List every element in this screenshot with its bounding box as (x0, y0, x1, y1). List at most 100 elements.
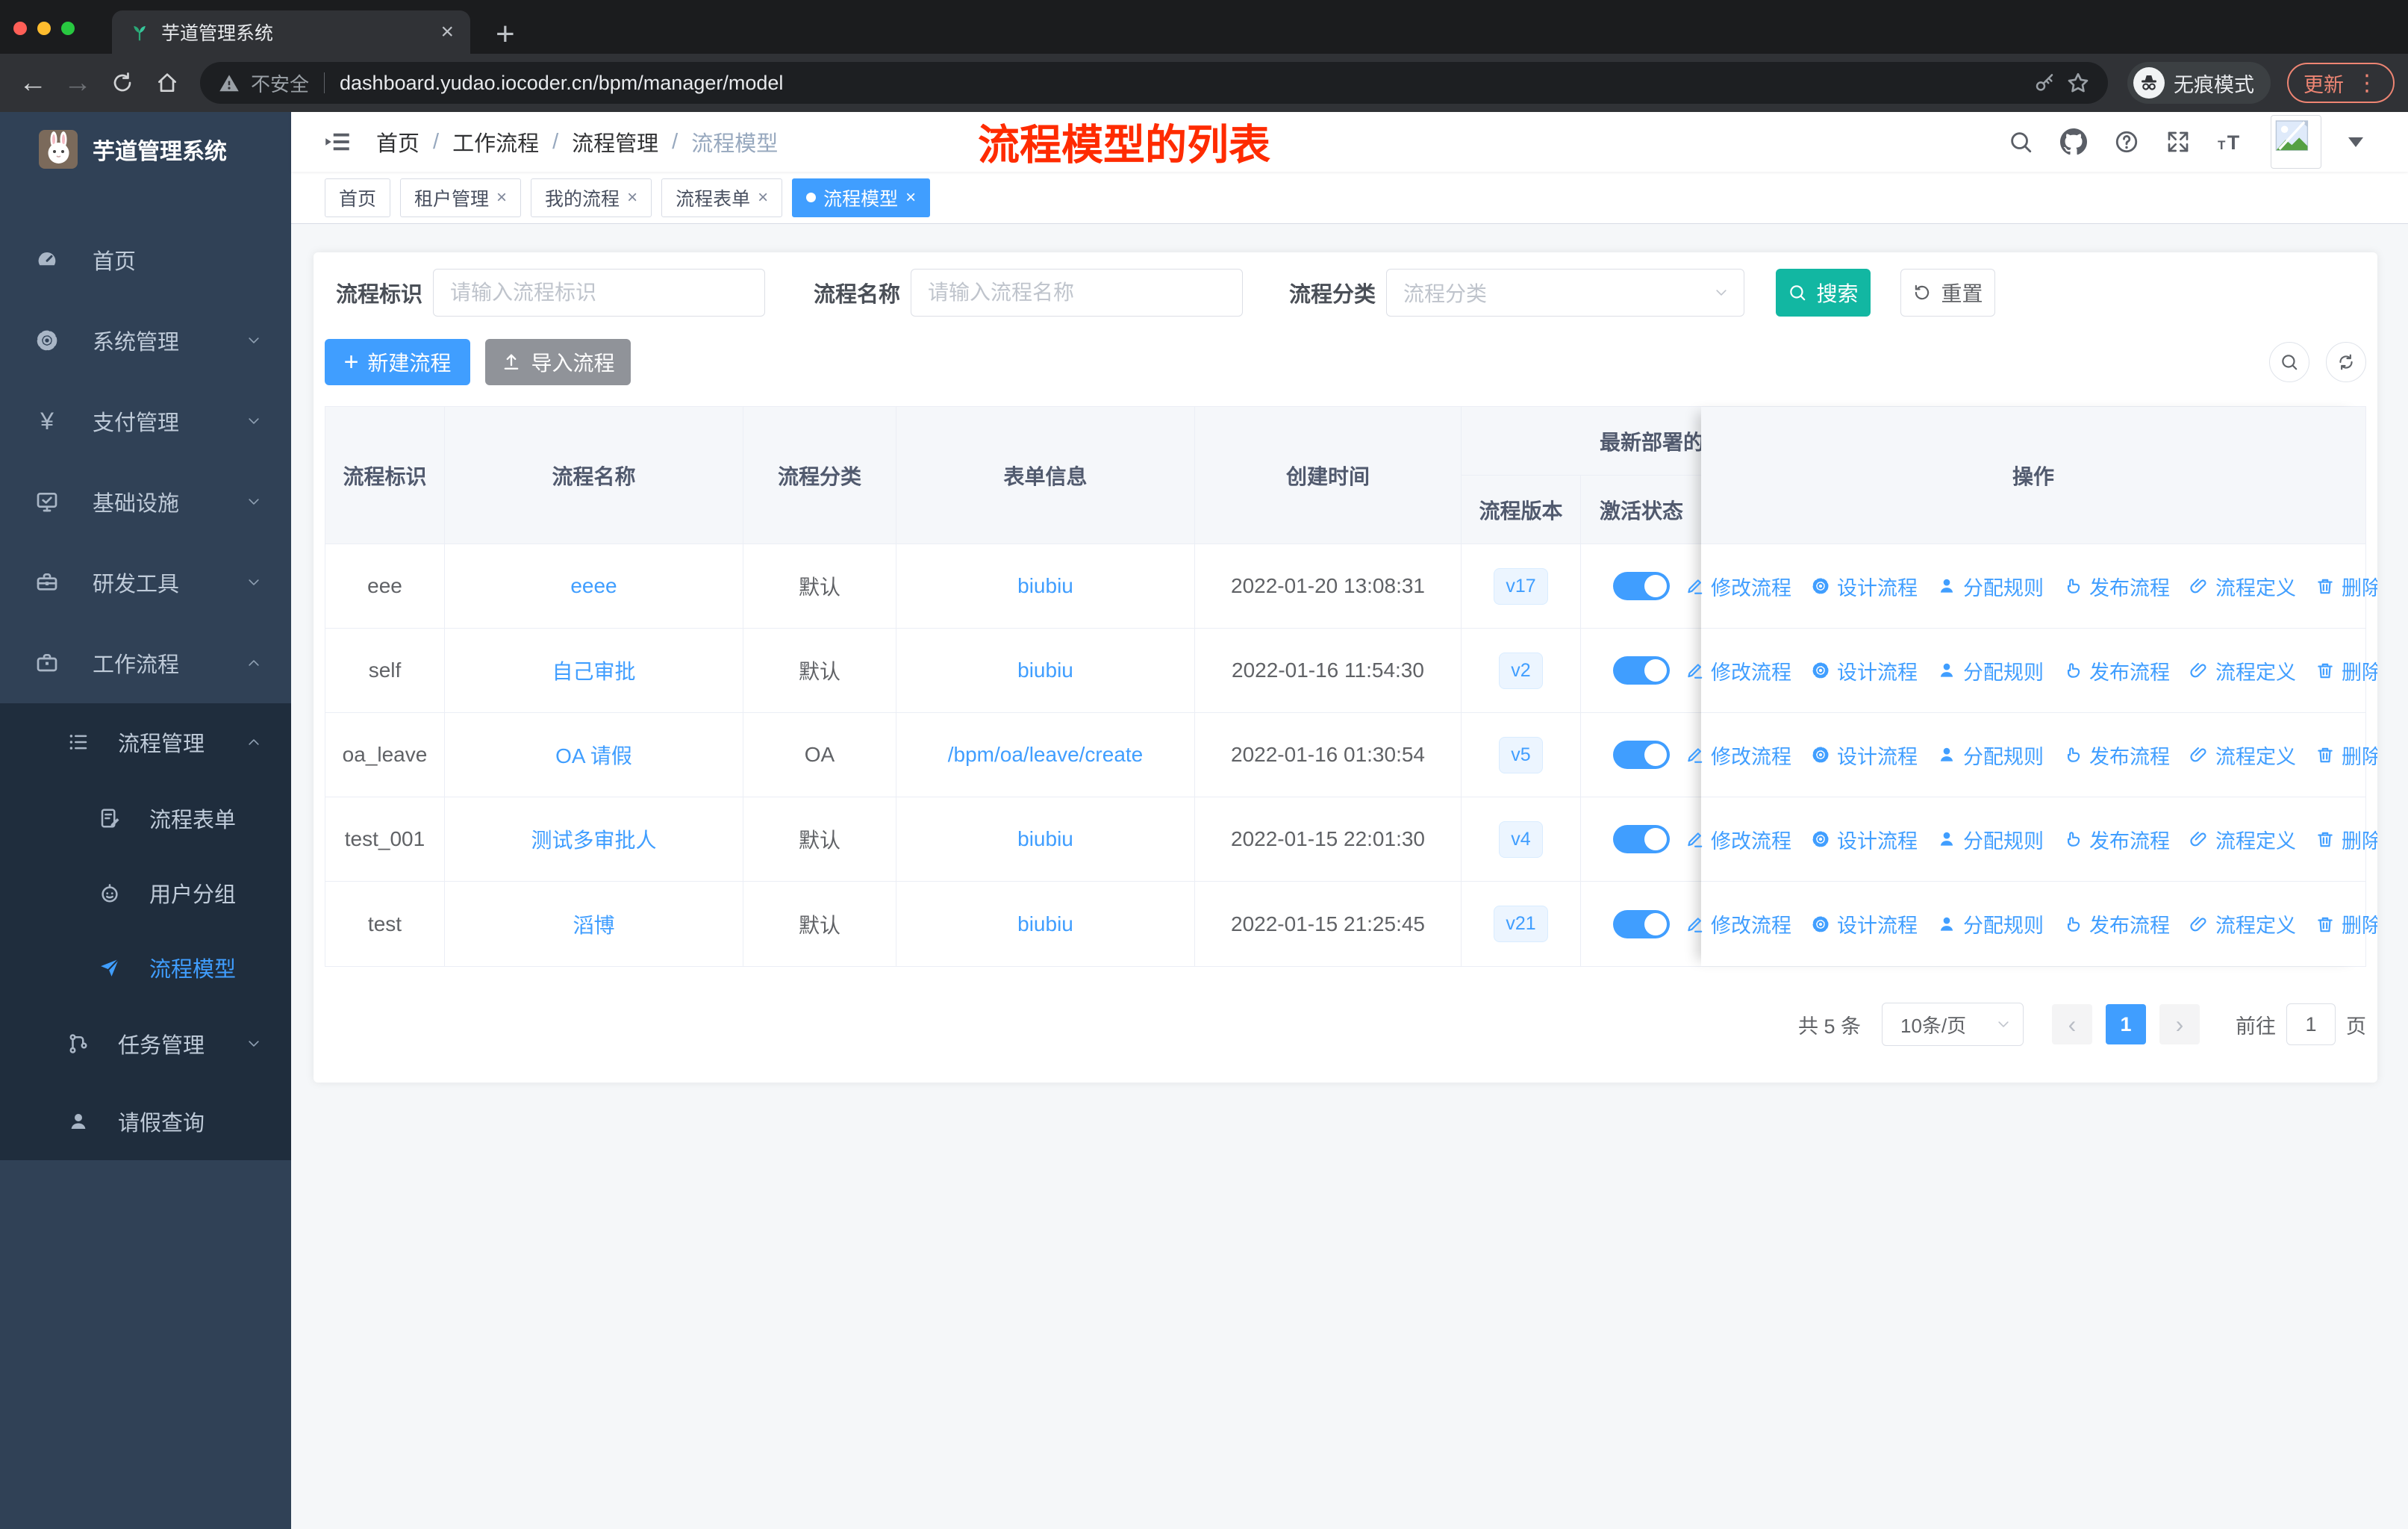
security-warning-icon[interactable] (218, 72, 240, 94)
tag-close-icon[interactable]: × (905, 187, 916, 208)
home-button[interactable] (148, 63, 187, 102)
active-toggle[interactable] (1613, 909, 1670, 938)
sidebar-item-首页[interactable]: 首页 (0, 219, 291, 300)
import-process-button[interactable]: 导入流程 (485, 339, 631, 385)
github-icon[interactable] (2060, 128, 2087, 155)
action-修改流程-link[interactable]: 修改流程 (1685, 825, 1791, 854)
tag-我的流程[interactable]: 我的流程 × (531, 178, 652, 217)
action-修改流程-link[interactable]: 修改流程 (1685, 741, 1791, 770)
page-size-select[interactable]: 10条/页 (1882, 1003, 2024, 1046)
breadcrumb-item[interactable]: 首页 (376, 126, 419, 158)
active-toggle[interactable] (1613, 825, 1670, 853)
tag-close-icon[interactable]: × (496, 187, 507, 208)
model-name-link[interactable]: 滔博 (573, 909, 614, 939)
next-page-button[interactable]: › (2159, 1004, 2200, 1044)
browser-tab[interactable]: 芋道管理系统 × (112, 10, 470, 54)
model-name-link[interactable]: 测试多审批人 (531, 824, 656, 854)
sidebar-item-研发工具[interactable]: 研发工具 (0, 542, 291, 623)
refresh-table-button[interactable] (2326, 342, 2366, 382)
action-分配规则-link[interactable]: 分配规则 (1937, 825, 2044, 854)
form-info-link[interactable]: biubiu (1017, 574, 1073, 598)
action-发布流程-link[interactable]: 发布流程 (2063, 741, 2170, 770)
model-name-link[interactable]: OA 请假 (555, 740, 632, 770)
sidebar-item-任务管理[interactable]: 任务管理 (0, 1005, 291, 1083)
active-toggle[interactable] (1613, 656, 1670, 685)
tag-close-icon[interactable]: × (627, 187, 637, 208)
zoom-window-button[interactable] (61, 22, 75, 35)
action-设计流程-link[interactable]: 设计流程 (1811, 825, 1918, 854)
password-key-icon[interactable] (2033, 72, 2056, 94)
prev-page-button[interactable]: ‹ (2052, 1004, 2092, 1044)
sidebar-item-流程表单[interactable]: 流程表单 (0, 781, 291, 856)
active-toggle[interactable] (1613, 572, 1670, 600)
action-发布流程-link[interactable]: 发布流程 (2063, 825, 2170, 854)
reset-button[interactable]: 重置 (1900, 269, 1995, 317)
model-name-link[interactable]: 自己审批 (552, 655, 635, 685)
create-process-button[interactable]: + 新建流程 (325, 339, 470, 385)
sidebar-item-流程管理[interactable]: 流程管理 (0, 703, 291, 781)
hamburger-icon[interactable] (324, 128, 351, 155)
action-分配规则-link[interactable]: 分配规则 (1937, 741, 2044, 770)
action-发布流程-link[interactable]: 发布流程 (2063, 656, 2170, 685)
help-icon[interactable] (2114, 129, 2139, 155)
category-select[interactable]: 流程分类 (1386, 269, 1744, 317)
new-tab-button[interactable]: + (496, 18, 515, 51)
search-icon[interactable] (2008, 129, 2033, 155)
sidebar-item-支付管理[interactable]: ¥ 支付管理 (0, 381, 291, 461)
action-设计流程-link[interactable]: 设计流程 (1811, 572, 1918, 601)
action-设计流程-link[interactable]: 设计流程 (1811, 656, 1918, 685)
form-info-link[interactable]: biubiu (1017, 658, 1073, 682)
tag-流程模型[interactable]: 流程模型 × (792, 178, 931, 217)
action-分配规则-link[interactable]: 分配规则 (1937, 572, 2044, 601)
action-分配规则-link[interactable]: 分配规则 (1937, 909, 2044, 938)
tag-首页[interactable]: 首页 (325, 178, 391, 217)
avatar-caret-icon[interactable] (2348, 137, 2363, 147)
page-1-button[interactable]: 1 (2106, 1004, 2146, 1044)
action-删除-link[interactable]: 删除 (2315, 825, 2377, 854)
sidebar-item-系统管理[interactable]: 系统管理 (0, 300, 291, 381)
goto-page-input[interactable] (2286, 1003, 2336, 1045)
action-流程定义-link[interactable]: 流程定义 (2189, 909, 2296, 938)
action-删除-link[interactable]: 删除 (2315, 572, 2377, 601)
action-流程定义-link[interactable]: 流程定义 (2189, 741, 2296, 770)
tab-close-icon[interactable]: × (440, 21, 454, 43)
action-修改流程-link[interactable]: 修改流程 (1685, 572, 1791, 601)
process-id-input[interactable] (433, 269, 765, 317)
action-设计流程-link[interactable]: 设计流程 (1811, 909, 1918, 938)
sidebar-item-基础设施[interactable]: 基础设施 (0, 461, 291, 542)
action-修改流程-link[interactable]: 修改流程 (1685, 909, 1791, 938)
tag-租户管理[interactable]: 租户管理 × (400, 178, 522, 217)
show-search-button[interactable] (2269, 342, 2309, 382)
browser-update-button[interactable]: 更新 ⋮ (2287, 63, 2395, 103)
close-window-button[interactable] (13, 22, 27, 35)
action-发布流程-link[interactable]: 发布流程 (2063, 909, 2170, 938)
font-size-icon[interactable]: TT (2217, 129, 2244, 155)
fullscreen-icon[interactable] (2166, 130, 2190, 154)
form-info-link[interactable]: biubiu (1017, 827, 1073, 851)
sidebar-item-请假查询[interactable]: 请假查询 (0, 1083, 291, 1160)
form-info-link[interactable]: biubiu (1017, 912, 1073, 936)
form-info-link[interactable]: /bpm/oa/leave/create (948, 743, 1144, 767)
tag-close-icon[interactable]: × (758, 187, 768, 208)
action-修改流程-link[interactable]: 修改流程 (1685, 656, 1791, 685)
action-流程定义-link[interactable]: 流程定义 (2189, 656, 2296, 685)
action-流程定义-link[interactable]: 流程定义 (2189, 572, 2296, 601)
browser-menu-icon[interactable]: ⋮ (2356, 70, 2378, 96)
model-name-link[interactable]: eeee (570, 574, 617, 598)
action-发布流程-link[interactable]: 发布流程 (2063, 572, 2170, 601)
sidebar-item-用户分组[interactable]: 用户分组 (0, 856, 291, 930)
minimize-window-button[interactable] (37, 22, 51, 35)
address-bar[interactable]: 不安全 dashboard.yudao.iocoder.cn/bpm/manag… (200, 62, 2108, 104)
reload-button[interactable] (103, 63, 142, 102)
action-删除-link[interactable]: 删除 (2315, 656, 2377, 685)
action-分配规则-link[interactable]: 分配规则 (1937, 656, 2044, 685)
forward-button[interactable]: → (58, 63, 97, 102)
action-设计流程-link[interactable]: 设计流程 (1811, 741, 1918, 770)
sidebar-item-流程模型[interactable]: 流程模型 (0, 930, 291, 1005)
bookmark-star-icon[interactable] (2066, 71, 2090, 95)
sidebar-item-工作流程[interactable]: 工作流程 (0, 623, 291, 703)
process-name-input[interactable] (911, 269, 1243, 317)
user-avatar[interactable] (2271, 115, 2321, 169)
action-删除-link[interactable]: 删除 (2315, 741, 2377, 770)
active-toggle[interactable] (1613, 741, 1670, 769)
